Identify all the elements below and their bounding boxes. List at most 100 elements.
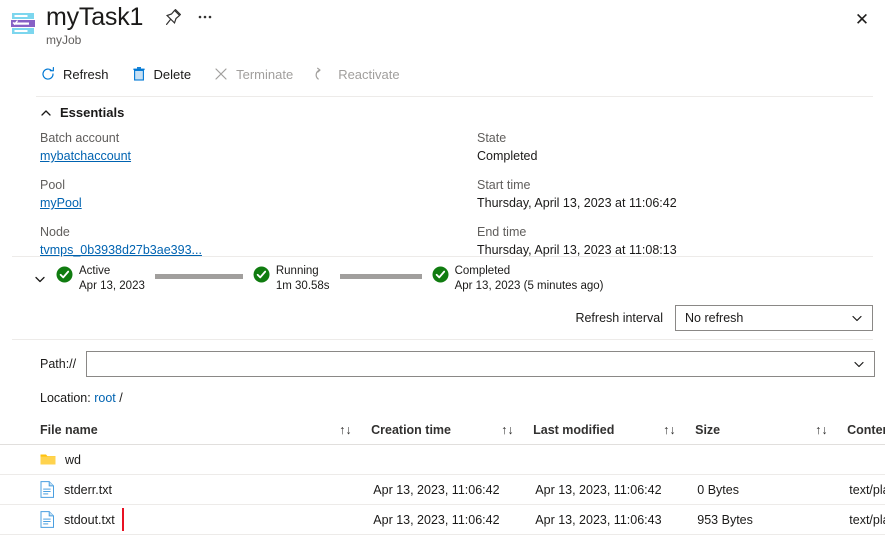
title-block: myTask1 myJob bbox=[46, 2, 222, 47]
field-state-value: Completed bbox=[477, 149, 538, 163]
chevron-down-icon bbox=[852, 315, 862, 322]
refresh-interval-row: Refresh interval No refresh bbox=[0, 305, 873, 331]
breadcrumb-prefix: Location: bbox=[40, 391, 91, 405]
chevron-down-icon bbox=[854, 361, 864, 368]
delete-button-label: Delete bbox=[153, 66, 192, 82]
path-label: Path:// bbox=[40, 357, 77, 371]
essentials-right-column: State Completed Start time Thursday, Apr… bbox=[477, 130, 877, 271]
creation-time-cell: Apr 13, 2023, 11:06:42 bbox=[373, 512, 500, 527]
path-row: Path:// bbox=[40, 351, 875, 377]
delete-button[interactable]: Delete bbox=[127, 62, 204, 86]
field-pool-label: Pool bbox=[40, 178, 66, 192]
size-cell: 953 Bytes bbox=[697, 512, 753, 527]
path-input[interactable] bbox=[86, 351, 875, 377]
breadcrumb-root-link[interactable]: root bbox=[94, 391, 116, 405]
pool-link[interactable]: myPool bbox=[40, 196, 82, 210]
file-name-cell[interactable]: stdout.txt bbox=[40, 508, 341, 531]
field-batch-account: Batch account mybatchaccount bbox=[40, 130, 470, 165]
field-end-time-label: End time bbox=[477, 225, 527, 239]
file-name-label: stderr.txt bbox=[64, 482, 112, 497]
page-subtitle: myJob bbox=[46, 33, 82, 47]
table-row[interactable]: stdout.txt Apr 13, 2023, 11:06:42 Apr 13… bbox=[0, 505, 885, 535]
reactivate-button: Reactivate bbox=[311, 62, 411, 86]
field-pool-value: myPool bbox=[40, 194, 470, 212]
cross-icon bbox=[213, 66, 229, 82]
content-type-cell: text/pla bbox=[849, 482, 885, 497]
column-header-file-name[interactable]: File name bbox=[40, 423, 339, 437]
command-bar-divider bbox=[36, 96, 873, 97]
table-row[interactable]: wd bbox=[0, 445, 885, 475]
table-row[interactable]: stderr.txt Apr 13, 2023, 11:06:42 Apr 13… bbox=[0, 475, 885, 505]
timeline-stage-completed-sub: Apr 13, 2023 (5 minutes ago) bbox=[454, 280, 604, 292]
field-end-time: End time Thursday, April 13, 2023 at 11:… bbox=[477, 224, 877, 259]
refresh-icon bbox=[40, 66, 56, 82]
timeline-stage-running-sub: 1m 30.58s bbox=[275, 280, 330, 292]
last-modified-cell: Apr 13, 2023, 11:06:42 bbox=[535, 482, 662, 497]
close-icon[interactable]: ✕ bbox=[849, 7, 875, 33]
refresh-button-label: Refresh bbox=[63, 66, 109, 82]
timeline-connector-2 bbox=[339, 274, 422, 279]
file-icon bbox=[40, 511, 55, 528]
terminate-button: Terminate bbox=[209, 62, 305, 86]
file-name-cell[interactable]: stderr.txt bbox=[40, 481, 341, 498]
creation-time-cell: Apr 13, 2023, 11:06:42 bbox=[373, 482, 500, 497]
content-type-cell: text/pla bbox=[849, 512, 885, 527]
field-pool: Pool myPool bbox=[40, 177, 470, 212]
title-bar: myTask1 myJob ✕ bbox=[0, 0, 885, 52]
refresh-button[interactable]: Refresh bbox=[36, 62, 121, 86]
trash-icon bbox=[131, 66, 147, 82]
size-cell: 0 Bytes bbox=[697, 482, 739, 497]
reactivate-button-label: Reactivate bbox=[338, 66, 400, 82]
essentials-grid: Batch account mybatchaccount Pool myPool… bbox=[40, 130, 885, 257]
file-icon bbox=[40, 481, 55, 498]
refresh-interval-value: No refresh bbox=[685, 311, 744, 325]
refresh-interval-label: Refresh interval bbox=[575, 311, 663, 325]
essentials-left-column: Batch account mybatchaccount Pool myPool… bbox=[40, 130, 470, 271]
column-header-content-type[interactable]: Conten bbox=[847, 423, 885, 437]
breadcrumb: Location: root / bbox=[40, 391, 885, 405]
title-actions bbox=[162, 6, 222, 28]
field-start-time-label: Start time bbox=[477, 178, 531, 192]
breadcrumb-separator: / bbox=[119, 391, 123, 405]
field-start-time: Start time Thursday, April 13, 2023 at 1… bbox=[477, 177, 877, 212]
field-start-time-value: Thursday, April 13, 2023 at 11:06:42 bbox=[477, 196, 677, 210]
field-batch-account-label: Batch account bbox=[40, 131, 120, 145]
highlight-box: stdout.txt bbox=[40, 508, 124, 531]
chevron-up-icon bbox=[40, 107, 52, 119]
column-header-creation-time[interactable]: Creation time bbox=[371, 423, 501, 437]
pin-icon[interactable] bbox=[162, 6, 184, 28]
batch-account-link[interactable]: mybatchaccount bbox=[40, 149, 131, 163]
column-header-last-modified[interactable]: Last modified bbox=[533, 423, 663, 437]
timeline-connector-1 bbox=[154, 274, 243, 279]
file-table: File name ↑↓ Creation time ↑↓ Last modif… bbox=[0, 415, 885, 535]
file-name-label: wd bbox=[65, 452, 81, 467]
file-name-cell[interactable]: wd bbox=[40, 453, 377, 467]
field-end-time-value: Thursday, April 13, 2023 at 11:08:13 bbox=[477, 243, 677, 257]
command-bar: Refresh Delete Terminate Reactivate bbox=[36, 58, 885, 90]
sort-icon-file-name[interactable]: ↑↓ bbox=[339, 423, 371, 437]
refresh-interval-select[interactable]: No refresh bbox=[675, 305, 873, 331]
timeline-stage-active-sub: Apr 13, 2023 bbox=[79, 280, 145, 292]
file-table-header: File name ↑↓ Creation time ↑↓ Last modif… bbox=[0, 415, 885, 445]
node-link[interactable]: tvmps_0b3938d27b3ae393... bbox=[40, 243, 202, 257]
column-header-size[interactable]: Size bbox=[695, 423, 815, 437]
sort-icon-size[interactable]: ↑↓ bbox=[815, 423, 847, 437]
sort-icon-creation-time[interactable]: ↑↓ bbox=[501, 423, 533, 437]
folder-icon bbox=[40, 453, 56, 466]
page-title: myTask1 bbox=[46, 3, 144, 31]
field-batch-account-value: mybatchaccount bbox=[40, 147, 470, 165]
batch-task-icon bbox=[10, 10, 38, 38]
essentials-toggle[interactable]: Essentials bbox=[40, 105, 885, 120]
terminate-button-label: Terminate bbox=[236, 66, 294, 82]
field-state: State Completed bbox=[477, 130, 877, 165]
field-state-label: State bbox=[477, 131, 507, 145]
field-node-label: Node bbox=[40, 225, 70, 239]
files-section-divider bbox=[12, 339, 873, 340]
sort-icon-last-modified[interactable]: ↑↓ bbox=[663, 423, 695, 437]
chevron-down-icon bbox=[35, 276, 45, 283]
field-node: Node tvmps_0b3938d27b3ae393... bbox=[40, 224, 470, 259]
file-name-label: stdout.txt bbox=[64, 512, 115, 527]
reactivate-icon bbox=[315, 66, 331, 82]
ellipsis-icon[interactable] bbox=[194, 6, 216, 28]
field-node-value: tvmps_0b3938d27b3ae393... bbox=[40, 241, 470, 259]
